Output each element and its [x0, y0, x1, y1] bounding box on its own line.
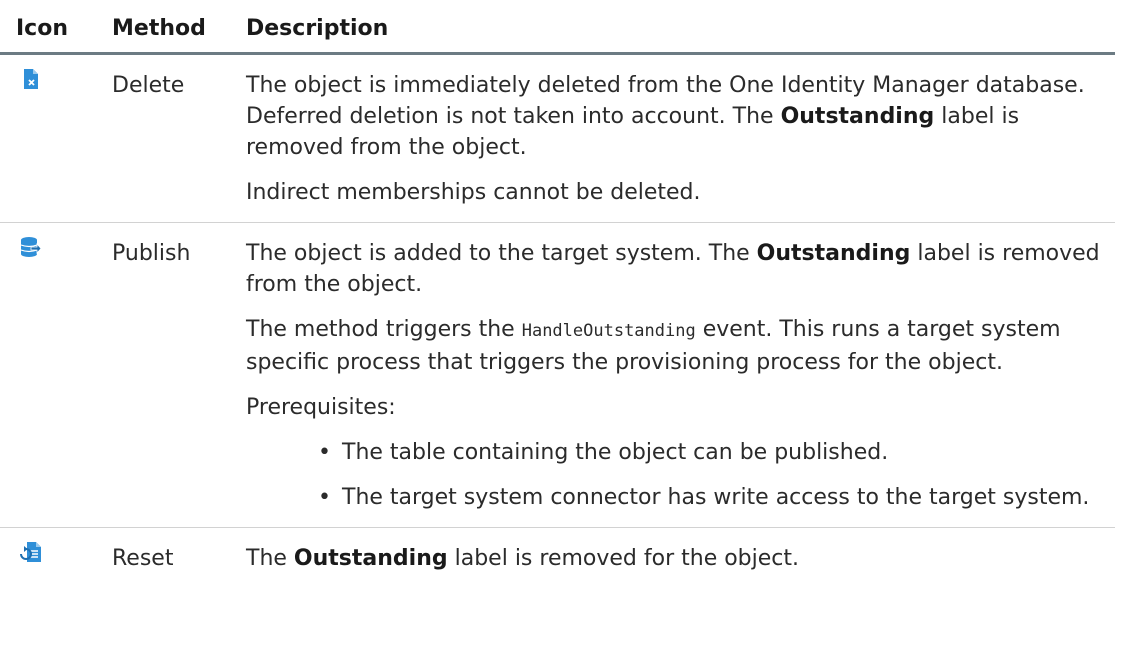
table-header-row: Icon Method Description	[0, 0, 1115, 55]
table-row-delete: Delete The object is immediately deleted…	[0, 53, 1115, 223]
description-paragraph: The object is added to the target system…	[246, 241, 1100, 297]
outstanding-label: Outstanding	[293, 546, 448, 571]
outstanding-label: Outstanding	[780, 104, 935, 129]
header-icon: Icon	[0, 0, 108, 55]
method-name: Delete	[108, 53, 241, 223]
list-item: • The table containing the object can be …	[318, 437, 1111, 468]
reset-document-icon	[20, 541, 42, 563]
event-name-code: HandleOutstanding	[521, 321, 696, 341]
methods-table: Icon Method Description Delete The objec…	[0, 0, 1115, 588]
table-row-reset: Reset The Outstanding label is removed f…	[0, 528, 1115, 589]
delete-document-icon	[20, 68, 42, 90]
outstanding-label: Outstanding	[756, 241, 911, 266]
method-description: The Outstanding label is removed for the…	[241, 528, 1115, 589]
table-row-publish: Publish The object is added to the targe…	[0, 222, 1115, 528]
bullet-icon: •	[318, 440, 331, 465]
method-description: The object is immediately deleted from t…	[241, 53, 1115, 223]
prerequisites-heading: Prerequisites:	[246, 395, 396, 420]
method-name: Reset	[112, 546, 174, 571]
prerequisites-list: • The table containing the object can be …	[246, 437, 1111, 513]
header-description: Description	[241, 0, 1115, 55]
bullet-icon: •	[318, 485, 331, 510]
description-paragraph: Indirect memberships cannot be deleted.	[246, 180, 701, 205]
method-description: The object is added to the target system…	[241, 222, 1115, 528]
header-method: Method	[108, 0, 241, 55]
list-item: • The target system connector has write a…	[318, 482, 1111, 513]
description-paragraph: The Outstanding label is removed for the…	[246, 546, 800, 571]
method-name: Publish	[108, 222, 241, 528]
description-paragraph: The method triggers the HandleOutstandin…	[246, 317, 1061, 375]
publish-database-icon	[20, 236, 42, 258]
description-paragraph: The object is immediately deleted from t…	[246, 73, 1085, 160]
